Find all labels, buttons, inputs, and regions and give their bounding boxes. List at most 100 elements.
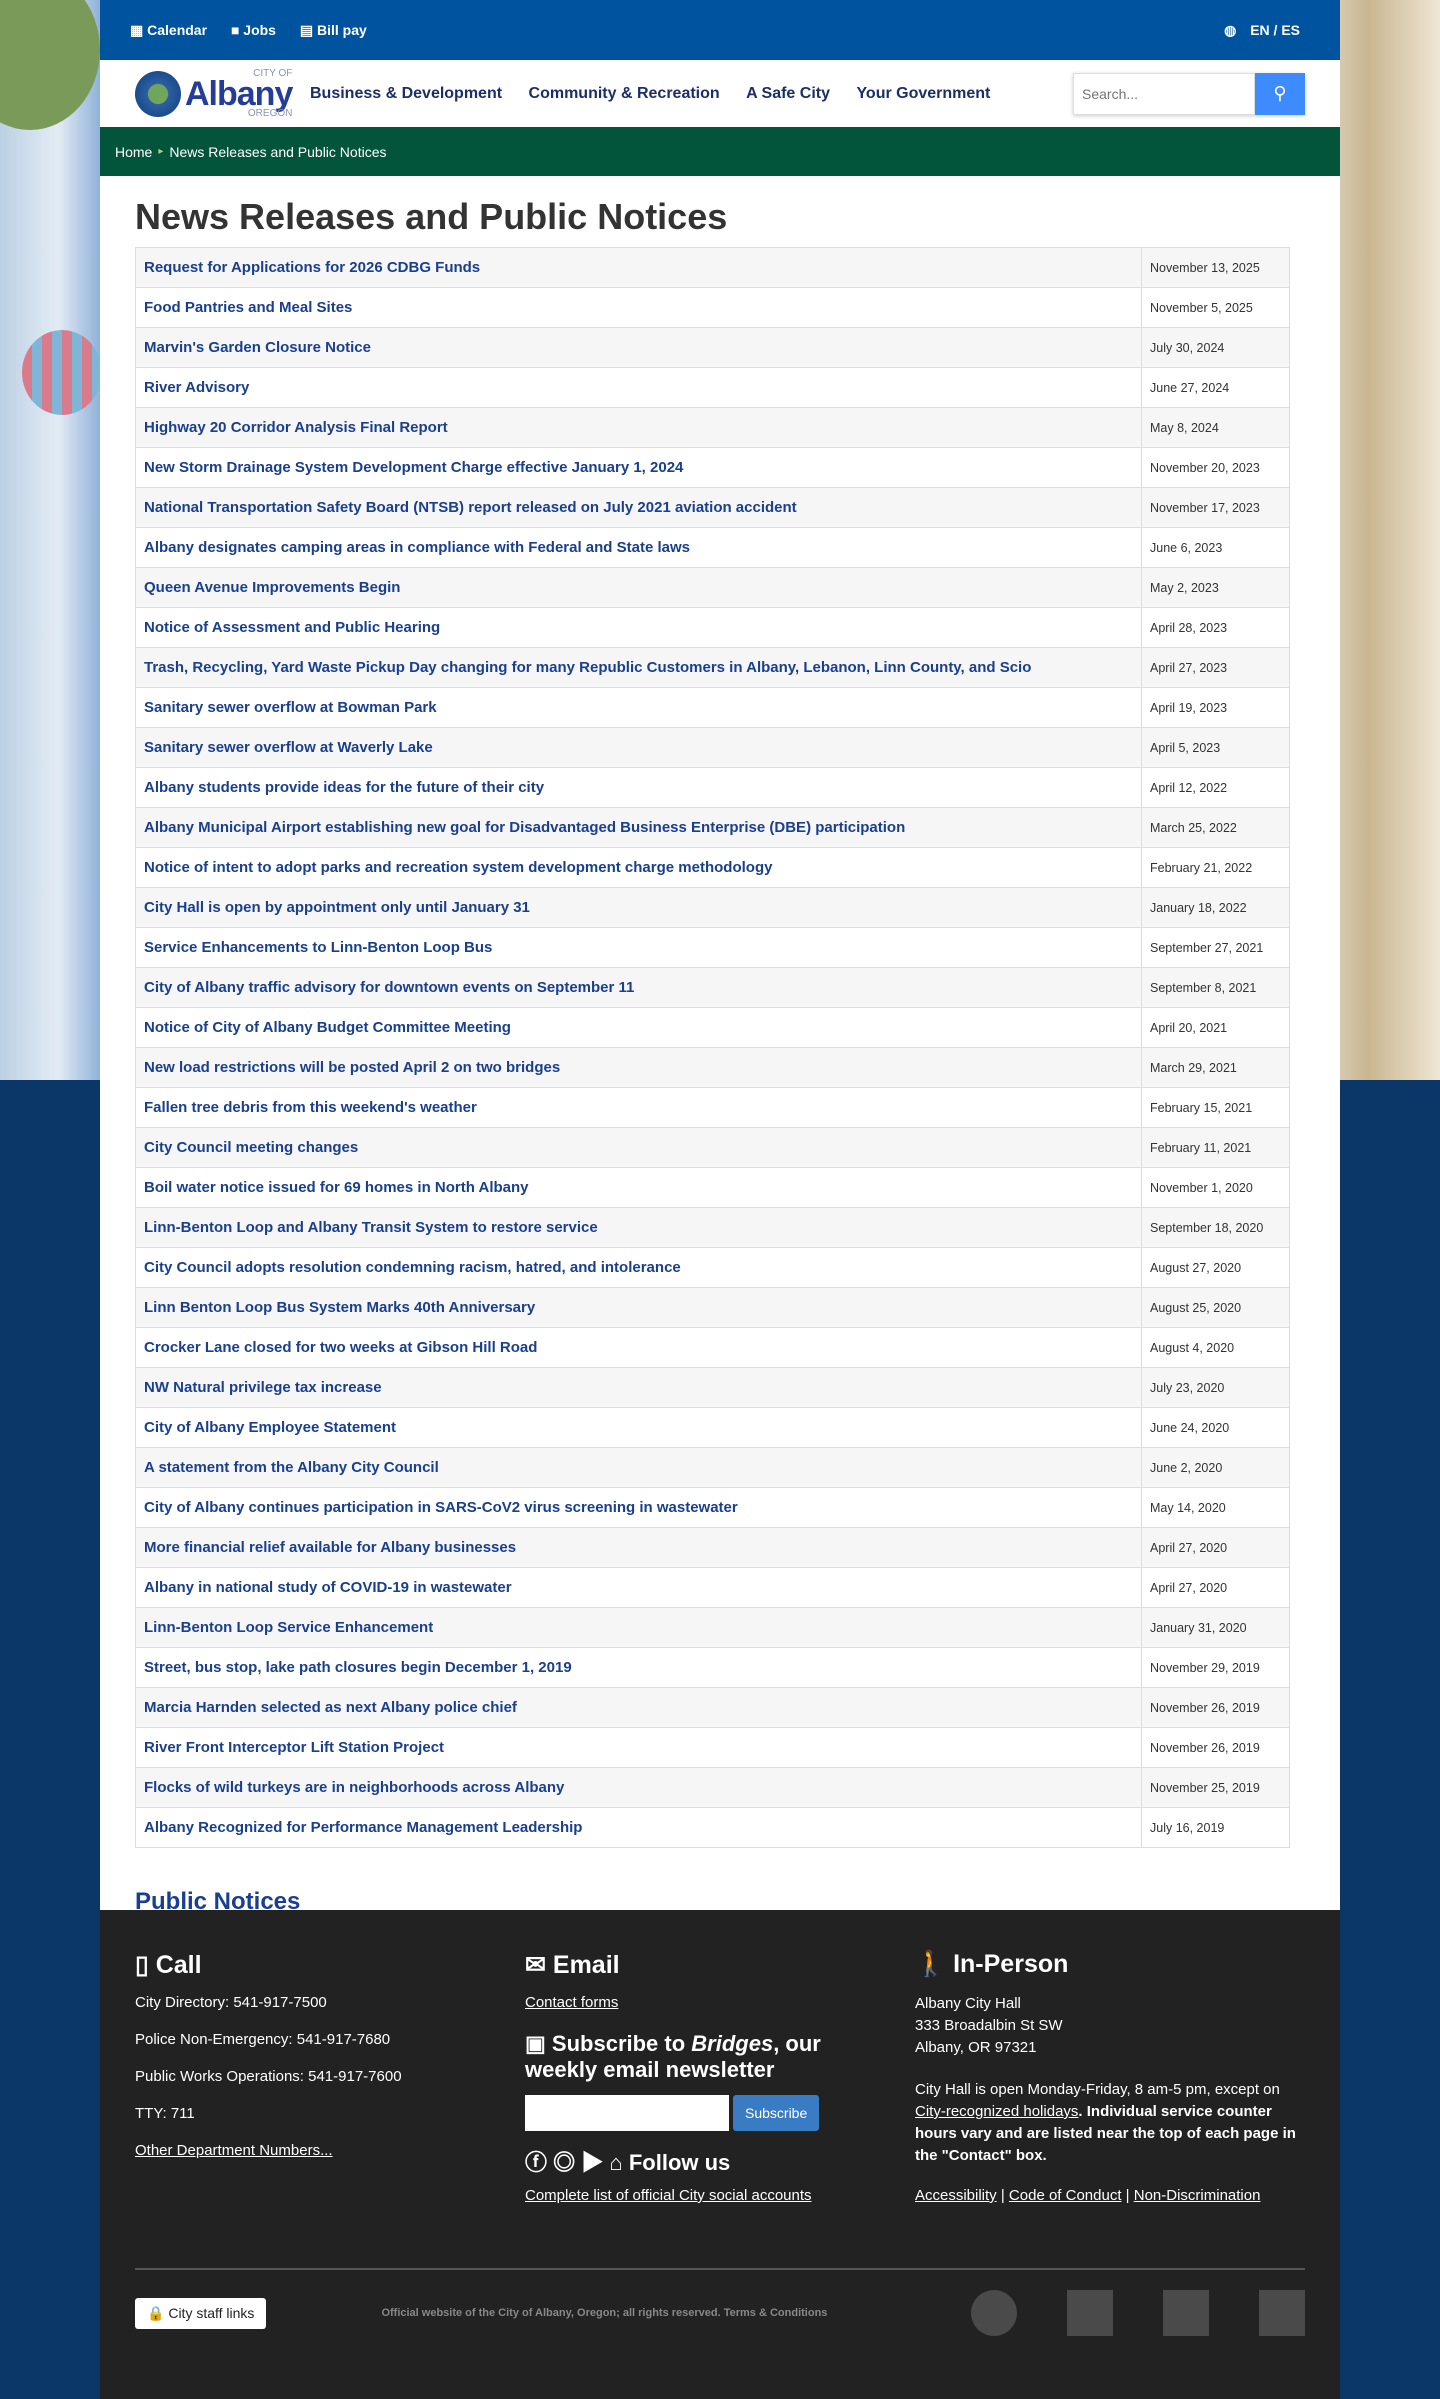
news-link[interactable]: New Storm Drainage System Development Ch… [144, 459, 683, 476]
nav-community[interactable]: Community & Recreation [529, 85, 720, 102]
news-link[interactable]: Albany Municipal Airport establishing ne… [144, 819, 905, 836]
news-title-cell: Boil water notice issued for 69 homes in… [135, 1167, 1142, 1208]
home-icon[interactable]: ⌂ [609, 2150, 622, 2175]
footer-inperson: 🚶 In-Person Albany City Hall 333 Broadalb… [915, 1950, 1296, 2204]
contact-forms-link[interactable]: Contact forms [525, 1994, 618, 2011]
news-date: November 25, 2019 [1141, 1767, 1290, 1808]
nav-safe-city[interactable]: A Safe City [746, 85, 830, 102]
table-row: A statement from the Albany City Council… [135, 1447, 1290, 1488]
non-discrimination-link[interactable]: Non-Discrimination [1134, 2187, 1261, 2204]
news-link[interactable]: Highway 20 Corridor Analysis Final Repor… [144, 419, 448, 436]
balloon-image [0, 0, 100, 130]
news-link[interactable]: Linn-Benton Loop and Albany Transit Syst… [144, 1219, 598, 1236]
news-title-cell: NW Natural privilege tax increase [135, 1367, 1142, 1408]
news-link[interactable]: Flocks of wild turkeys are in neighborho… [144, 1779, 564, 1796]
subscribe-button[interactable]: Subscribe [733, 2095, 820, 2131]
social-accounts-link[interactable]: Complete list of official City social ac… [525, 2187, 812, 2204]
table-row: City Hall is open by appointment only un… [135, 887, 1290, 928]
facebook-icon[interactable]: ⓕ [525, 2150, 547, 2175]
news-link[interactable]: Service Enhancements to Linn-Benton Loop… [144, 939, 492, 956]
table-row: City Council meeting changes February 11,… [135, 1127, 1290, 1168]
news-link[interactable]: City of Albany continues participation i… [144, 1499, 738, 1516]
topbar-calendar-link[interactable]: ▦ Calendar [130, 22, 217, 38]
news-link[interactable]: Queen Avenue Improvements Begin [144, 579, 400, 596]
news-title-cell: City of Albany traffic advisory for down… [135, 967, 1142, 1008]
news-date: February 11, 2021 [1141, 1127, 1290, 1168]
news-date: May 14, 2020 [1141, 1487, 1290, 1528]
search-button[interactable]: ⚲ [1255, 72, 1305, 115]
breadcrumb-home[interactable]: Home [115, 144, 152, 160]
news-title-cell: Street, bus stop, lake path closures beg… [135, 1647, 1142, 1688]
news-link[interactable]: New load restrictions will be posted Apr… [144, 1059, 560, 1076]
search-input[interactable] [1073, 72, 1255, 115]
table-row: Notice of Assessment and Public Hearing A… [135, 607, 1290, 648]
news-link[interactable]: City of Albany Employee Statement [144, 1419, 396, 1436]
news-link[interactable]: Request for Applications for 2026 CDBG F… [144, 259, 480, 276]
news-link[interactable]: NW Natural privilege tax increase [144, 1379, 382, 1396]
news-title-cell: Flocks of wild turkeys are in neighborho… [135, 1767, 1142, 1808]
newsletter-email-input[interactable] [525, 2095, 729, 2131]
nav-government[interactable]: Your Government [856, 85, 990, 102]
news-link[interactable]: Sanitary sewer overflow at Waverly Lake [144, 739, 433, 756]
news-title-cell: National Transportation Safety Board (NT… [135, 487, 1142, 528]
holidays-link[interactable]: City-recognized holidays [915, 2103, 1078, 2120]
accessibility-link[interactable]: Accessibility [915, 2187, 997, 2204]
instagram-icon[interactable]: ◎ [553, 2150, 575, 2175]
news-link[interactable]: Food Pantries and Meal Sites [144, 299, 352, 316]
code-of-conduct-link[interactable]: Code of Conduct [1009, 2187, 1122, 2204]
other-numbers-link[interactable]: Other Department Numbers... [135, 2142, 333, 2159]
news-date: November 17, 2023 [1141, 487, 1290, 528]
language-toggle[interactable]: ◍ EN / ES [1224, 22, 1310, 39]
table-row: Crocker Lane closed for two weeks at Gib… [135, 1327, 1290, 1368]
staff-links-button[interactable]: 🔒 City staff links [135, 2297, 267, 2329]
news-link[interactable]: National Transportation Safety Board (NT… [144, 499, 797, 516]
news-title-cell: River Front Interceptor Lift Station Pro… [135, 1727, 1142, 1768]
nav-business[interactable]: Business & Development [310, 85, 502, 102]
city-logo[interactable]: CITY OF Albany OREGON [135, 68, 310, 119]
news-link[interactable]: Albany Recognized for Performance Manage… [144, 1819, 582, 1836]
topbar-jobs-link[interactable]: ■ Jobs [231, 22, 286, 38]
news-title-cell: New load restrictions will be posted Apr… [135, 1047, 1142, 1088]
news-link[interactable]: A statement from the Albany City Council [144, 1459, 439, 1476]
news-link[interactable]: River Front Interceptor Lift Station Pro… [144, 1739, 444, 1756]
news-link[interactable]: Notice of Assessment and Public Hearing [144, 619, 440, 636]
news-link[interactable]: Boil water notice issued for 69 homes in… [144, 1179, 529, 1196]
city-seal-logo [971, 2290, 1017, 2336]
news-link[interactable]: River Advisory [144, 379, 249, 396]
news-link[interactable]: Fallen tree debris from this weekend's w… [144, 1099, 477, 1116]
footer-divider [135, 2268, 1305, 2270]
news-link[interactable]: Marcia Harnden selected as next Albany p… [144, 1699, 517, 1716]
news-title-cell: Albany in national study of COVID-19 in … [135, 1567, 1142, 1608]
news-link[interactable]: Albany in national study of COVID-19 in … [144, 1579, 512, 1596]
table-row: River Advisory June 27, 2024 [135, 367, 1290, 408]
news-link[interactable]: More financial relief available for Alba… [144, 1539, 516, 1556]
news-title-cell: City Hall is open by appointment only un… [135, 887, 1142, 928]
news-link[interactable]: Sanitary sewer overflow at Bowman Park [144, 699, 437, 716]
mobile-phone-icon: ▯ [135, 1951, 149, 1979]
news-link[interactable]: City Hall is open by appointment only un… [144, 899, 530, 916]
breadcrumb: Home ▸ News Releases and Public Notices [100, 127, 1340, 176]
news-date: June 2, 2020 [1141, 1447, 1290, 1488]
table-row: Queen Avenue Improvements Begin May 2, 20… [135, 567, 1290, 608]
news-link[interactable]: Trash, Recycling, Yard Waste Pickup Day … [144, 659, 1031, 676]
news-link[interactable]: Notice of City of Albany Budget Committe… [144, 1019, 511, 1036]
news-link[interactable]: Albany students provide ideas for the fu… [144, 779, 544, 796]
youtube-icon[interactable]: ▶ [581, 2150, 603, 2175]
news-link[interactable]: Marvin's Garden Closure Notice [144, 339, 371, 356]
news-link[interactable]: City of Albany traffic advisory for down… [144, 979, 634, 996]
table-row: City of Albany traffic advisory for down… [135, 967, 1290, 1008]
news-title-cell: Service Enhancements to Linn-Benton Loop… [135, 927, 1142, 968]
news-link[interactable]: City Council meeting changes [144, 1139, 358, 1156]
news-date: September 8, 2021 [1141, 967, 1290, 1008]
news-link[interactable]: Linn-Benton Loop Service Enhancement [144, 1619, 433, 1636]
news-link[interactable]: Albany designates camping areas in compl… [144, 539, 690, 556]
search-form: ⚲ [1073, 72, 1305, 115]
table-row: Highway 20 Corridor Analysis Final Repor… [135, 407, 1290, 448]
table-row: Marcia Harnden selected as next Albany p… [135, 1687, 1290, 1728]
news-link[interactable]: Crocker Lane closed for two weeks at Gib… [144, 1339, 537, 1356]
news-link[interactable]: Linn Benton Loop Bus System Marks 40th A… [144, 1299, 535, 1316]
news-link[interactable]: City Council adopts resolution condemnin… [144, 1259, 681, 1276]
topbar-billpay-link[interactable]: ▤ Bill pay [300, 22, 377, 38]
news-link[interactable]: Notice of intent to adopt parks and recr… [144, 859, 772, 876]
news-link[interactable]: Street, bus stop, lake path closures beg… [144, 1659, 572, 1676]
